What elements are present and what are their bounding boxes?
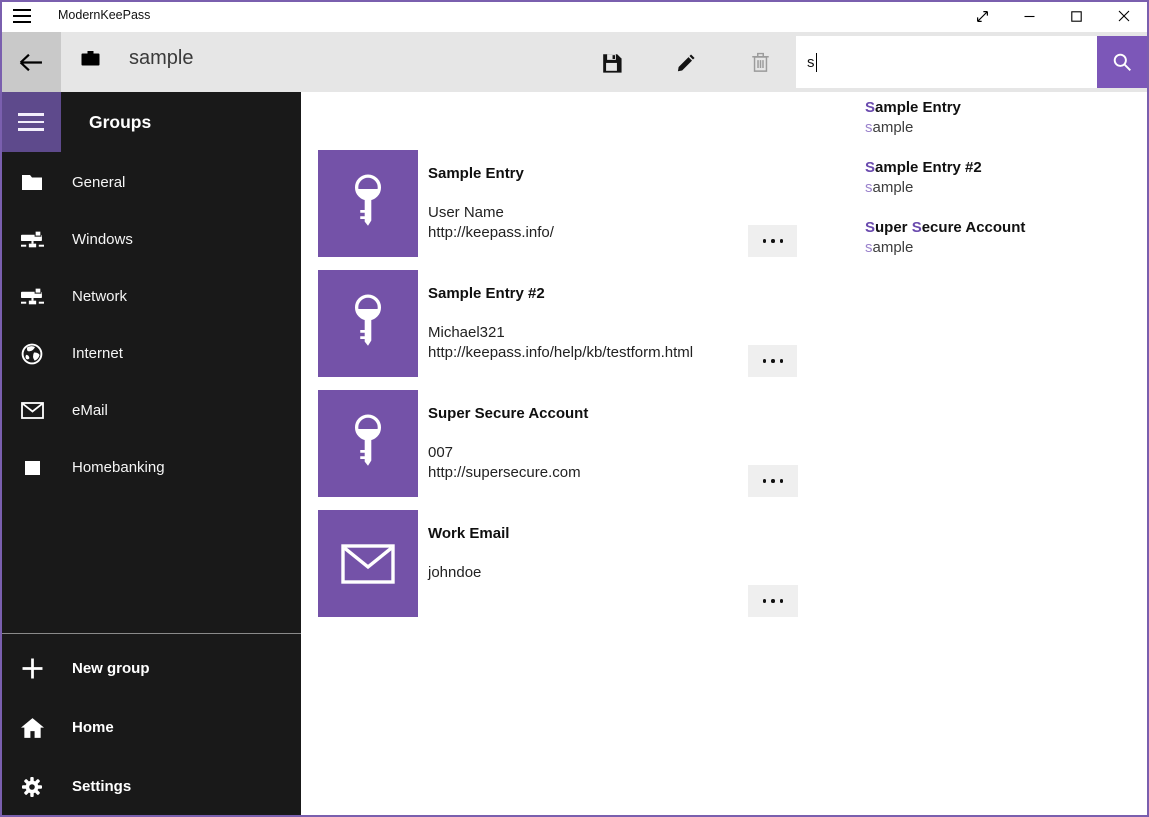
hamburger-icon [18,113,44,131]
key-icon [347,293,389,355]
minimize-button[interactable] [1006,1,1053,31]
suggestion-item[interactable]: Sample Entry #2 sample [865,158,1135,198]
key-icon [347,173,389,235]
window-controls [959,1,1147,31]
back-arrow-icon [18,53,43,72]
network-icon [20,288,44,306]
entry-title: Super Secure Account [428,404,588,424]
entry-username: Michael321 [428,323,505,343]
nav-menu-button[interactable] [0,92,61,152]
more-button[interactable] [748,585,798,617]
search-suggestions: Sample Entry sample Sample Entry #2 samp… [797,92,1147,400]
back-button[interactable] [0,32,61,92]
briefcase-icon [81,51,100,66]
more-button[interactable] [748,345,798,377]
entry-title: Work Email [428,524,509,544]
app-window: ModernKeePass [0,0,1149,817]
entry-tile[interactable] [318,270,418,377]
maximize-button[interactable] [1053,1,1100,31]
text-caret [816,53,818,72]
home-icon [20,718,44,738]
more-button[interactable] [748,225,798,257]
search-button[interactable] [1097,36,1147,88]
save-icon [601,52,622,73]
network-icon [20,231,44,249]
sidebar-item-internet[interactable]: Internet [0,325,301,382]
entry-tile[interactable] [318,510,418,617]
entry-username: 007 [428,443,453,463]
entry-url: http://supersecure.com [428,463,581,483]
close-button[interactable] [1100,1,1147,31]
sidebar-item-network[interactable]: Network [0,268,301,325]
plus-icon [20,658,44,679]
square-icon [20,461,44,475]
titlebar: ModernKeePass [0,0,1149,32]
entry-title: Sample Entry #2 [428,284,545,304]
suggestion-item[interactable]: Sample Entry sample [865,98,1135,138]
settings-button[interactable]: Settings [0,757,301,816]
sidebar-item-windows[interactable]: Windows [0,211,301,268]
entry-title: Sample Entry [428,164,524,184]
maximize-icon [1071,11,1082,22]
hamburger-icon[interactable] [13,9,31,23]
pencil-icon [676,52,697,73]
minimize-icon [1024,11,1035,22]
new-group-button[interactable]: New group [0,639,301,698]
sidebar: Groups General Windows Network Internet [0,92,301,817]
edit-button[interactable] [662,38,710,86]
sidebar-item-email[interactable]: eMail [0,382,301,439]
search-input[interactable]: s [796,36,1097,88]
folder-icon [20,174,44,191]
globe-icon [20,343,44,365]
home-button[interactable]: Home [0,698,301,757]
sidebar-item-general[interactable]: General [0,154,301,211]
search-query: s [807,54,815,71]
entry-username: johndoe [428,563,481,583]
entry-url: http://keepass.info/help/kb/testform.htm… [428,343,693,363]
more-button[interactable] [748,465,798,497]
save-button[interactable] [587,38,635,86]
entry-tile[interactable] [318,390,418,497]
delete-button[interactable] [736,38,784,86]
mail-icon [20,402,44,419]
suggestion-item[interactable]: Super Secure Account sample [865,218,1135,258]
sidebar-item-homebanking[interactable]: Homebanking [0,439,301,496]
fullscreen-button[interactable] [959,1,1006,31]
database-title: sample [129,47,193,70]
expand-icon [976,10,989,23]
trash-icon [751,51,770,73]
groups-heading: Groups [89,102,151,142]
sidebar-divider [0,633,301,634]
mail-icon [341,544,395,584]
entry-url: http://keepass.info/ [428,223,554,243]
gear-icon [20,776,44,798]
entry-username: User Name [428,203,504,223]
close-icon [1118,10,1130,22]
app-title: ModernKeePass [58,0,150,31]
key-icon [347,413,389,475]
entry-tile[interactable] [318,150,418,257]
magnifier-icon [1112,52,1132,72]
